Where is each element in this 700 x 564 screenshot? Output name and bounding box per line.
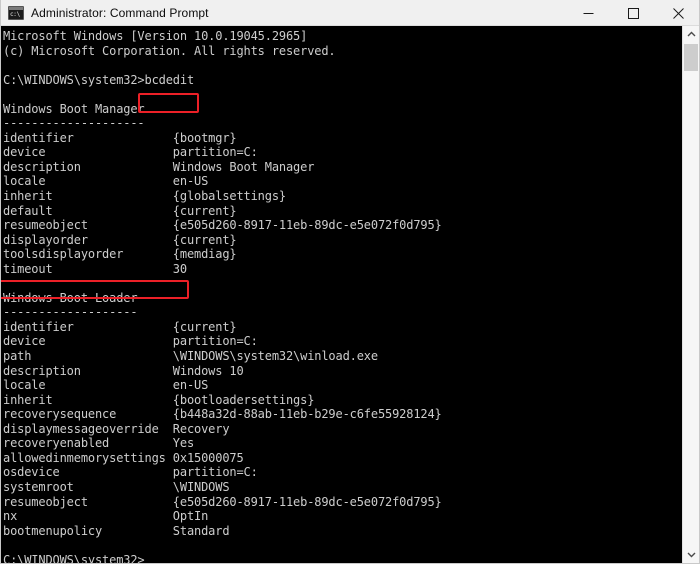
window-title: Administrator: Command Prompt: [31, 5, 209, 20]
scrollbar-track[interactable]: [683, 43, 699, 546]
title-bar[interactable]: Administrator: Command Prompt: [1, 0, 699, 26]
scrollbar-thumb[interactable]: [684, 44, 698, 71]
scroll-up-icon[interactable]: [683, 26, 699, 43]
window-controls: [566, 0, 699, 26]
close-button[interactable]: [656, 0, 699, 26]
minimize-button[interactable]: [566, 0, 611, 26]
vertical-scrollbar[interactable]: [682, 26, 699, 563]
console-text: Microsoft Windows [Version 10.0.19045.29…: [3, 29, 442, 563]
command-prompt-icon: [8, 5, 24, 20]
scroll-down-icon[interactable]: [683, 546, 699, 563]
maximize-button[interactable]: [611, 0, 656, 26]
command-prompt-window: Administrator: Command Prompt Micros: [0, 0, 700, 564]
console-output-area[interactable]: Microsoft Windows [Version 10.0.19045.29…: [1, 26, 699, 563]
